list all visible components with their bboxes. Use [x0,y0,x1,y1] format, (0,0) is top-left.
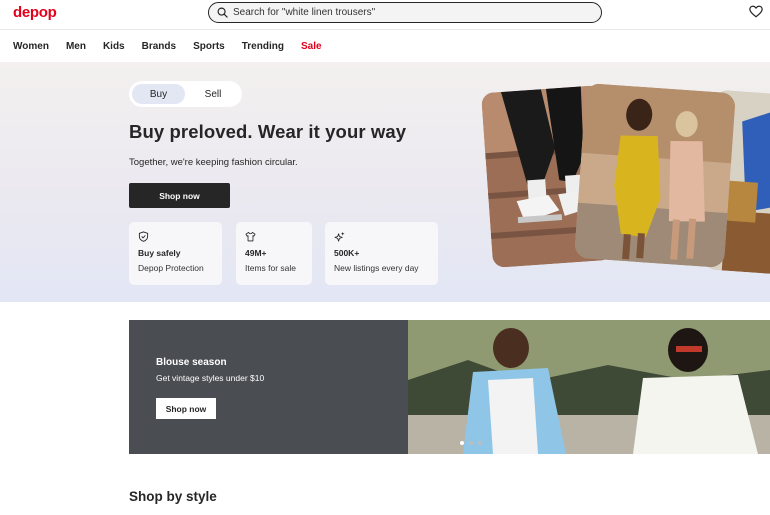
shop-by-style-title: Shop by style [129,489,217,504]
sparkle-icon [334,231,345,242]
carousel-dot[interactable] [460,441,464,445]
heart-icon[interactable] [749,5,763,18]
carousel-dots [460,441,482,445]
feature-card-protection: Buy safely Depop Protection [129,222,222,285]
buy-sell-toggle: Buy Sell [129,81,242,107]
feature-card-text: New listings every day [334,263,419,273]
nav-item-sale[interactable]: Sale [301,41,322,52]
feature-card-text: Depop Protection [138,263,204,273]
category-nav: Women Men Kids Brands Sports Trending Sa… [0,31,770,62]
feature-card-text: Items for sale [245,263,297,273]
carousel-dot[interactable] [478,441,482,445]
promo-banner[interactable]: Blouse season Get vintage styles under $… [129,320,770,454]
nav-item-men[interactable]: Men [66,41,86,52]
banner-shop-now-button[interactable]: Shop now [156,398,216,419]
nav-item-kids[interactable]: Kids [103,41,125,52]
search-bar[interactable] [208,2,602,23]
shield-icon [138,231,149,242]
hero-section: Buy Sell Buy preloved. Wear it your way … [0,62,770,302]
hero-subtitle: Together, we're keeping fashion circular… [129,157,298,168]
depop-logo[interactable]: depop [13,4,57,21]
tshirt-icon [245,231,256,242]
banner-title: Blouse season [156,357,227,368]
nav-item-sports[interactable]: Sports [193,41,225,52]
feature-card-listings: 500K+ New listings every day [325,222,438,285]
feature-card-title: 500K+ [334,248,360,258]
search-icon [217,7,228,18]
nav-item-trending[interactable]: Trending [242,41,284,52]
feature-card-items: 49M+ Items for sale [236,222,312,285]
toggle-buy-button[interactable]: Buy [132,84,185,104]
feature-card-title: Buy safely [138,248,181,258]
search-input[interactable] [233,5,593,20]
toggle-sell-button[interactable]: Sell [187,84,239,104]
carousel-dot[interactable] [469,441,473,445]
hero-title: Buy preloved. Wear it your way [129,121,407,142]
hero-shop-now-button[interactable]: Shop now [129,183,230,208]
hero-photo-friends [574,82,736,269]
nav-item-brands[interactable]: Brands [142,41,176,52]
feature-card-title: 49M+ [245,248,267,258]
banner-subtitle: Get vintage styles under $10 [156,373,265,383]
nav-item-women[interactable]: Women [13,41,49,52]
top-bar: depop [0,0,770,30]
banner-photo [408,320,770,454]
